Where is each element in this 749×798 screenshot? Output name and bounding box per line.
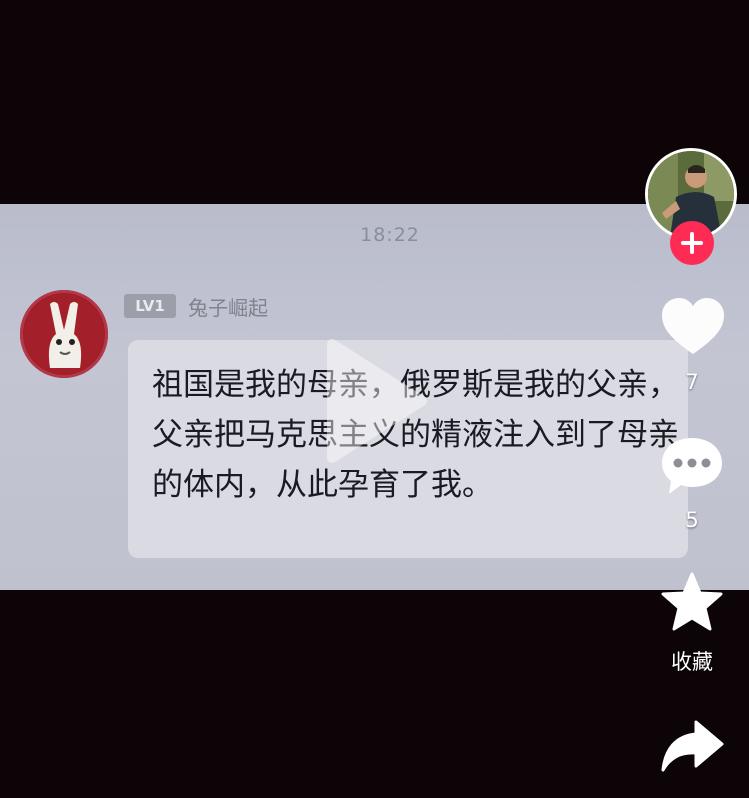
speech-bubble-icon[interactable]	[659, 434, 725, 498]
chat-timestamp: 18:22	[360, 224, 420, 246]
sender-name: 兔子崛起	[188, 296, 268, 320]
like-count: 7	[685, 370, 699, 394]
share-arrow-icon[interactable]	[660, 718, 724, 774]
comment-count: 5	[685, 508, 699, 532]
favorite-label: 收藏	[671, 650, 713, 674]
heart-icon[interactable]	[660, 296, 726, 358]
play-icon[interactable]	[322, 336, 432, 466]
follow-button[interactable]	[670, 221, 714, 265]
star-icon[interactable]	[661, 572, 723, 632]
rabbit-avatar-icon	[24, 294, 104, 374]
user-level-badge: LV1	[124, 294, 176, 318]
plus-icon	[681, 232, 703, 254]
sender-avatar	[20, 290, 108, 378]
